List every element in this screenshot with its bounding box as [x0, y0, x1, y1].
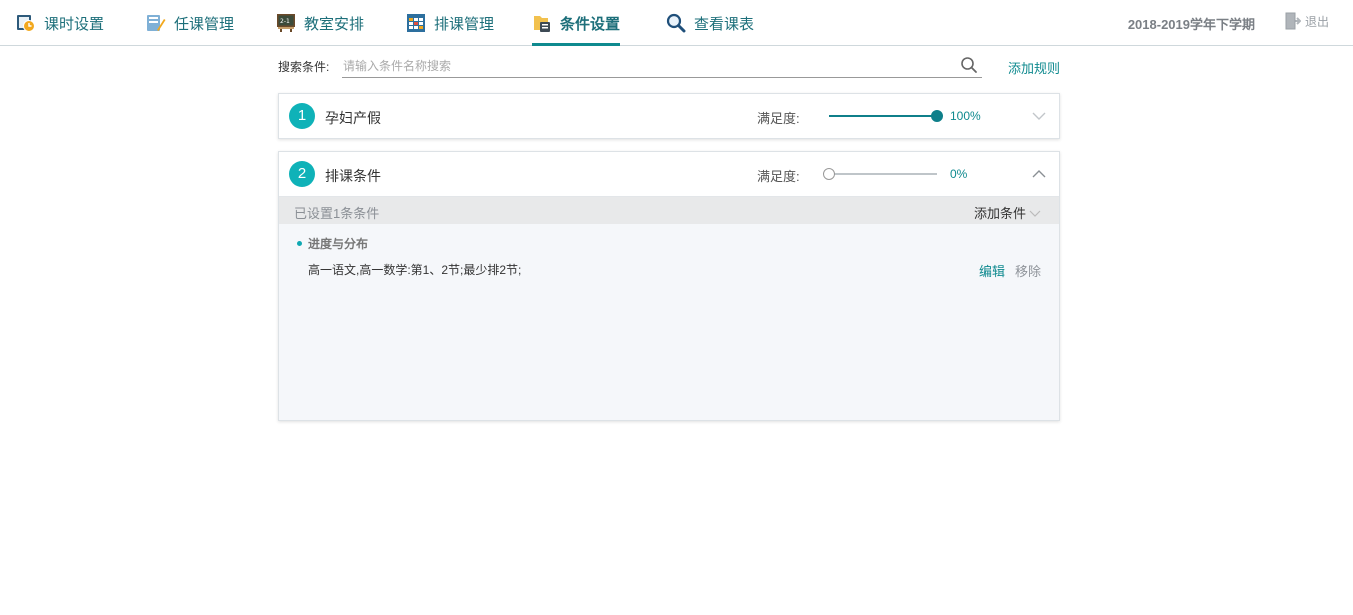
nav-item-label: 课时设置: [44, 15, 105, 33]
bullet-dot: [297, 241, 302, 246]
logout-label: 退出: [1304, 14, 1329, 29]
nav-item-label: 教室安排: [304, 15, 365, 33]
nav-item-conditions[interactable]: 条件设置: [532, 0, 621, 46]
satisfaction-value: 0%: [950, 167, 968, 181]
schedule-grid-icon: [406, 13, 426, 33]
search-row: 搜索条件: 添加规则: [278, 52, 1060, 80]
rule-card: 1 孕妇产假 满足度: 100%: [278, 93, 1060, 139]
nav-item-class-hours[interactable]: 课时设置: [16, 0, 104, 46]
condition-summary-bar: 已设置1条条件 添加条件: [279, 197, 1059, 224]
add-condition-button[interactable]: 添加条件: [974, 203, 1041, 222]
edit-condition-link[interactable]: 编辑: [979, 261, 1005, 280]
rule-body: 已设置1条条件 添加条件 进度与分布 高一语文,高一数学:第1、2节;最少排2节…: [279, 196, 1059, 420]
logout-icon: [1285, 12, 1301, 30]
classroom-board-icon: 2-1: [276, 13, 296, 33]
term-label: 2018-2019学年下学期: [1127, 17, 1255, 32]
add-condition-label: 添加条件: [973, 206, 1026, 221]
remove-condition-link[interactable]: 移除: [1015, 261, 1041, 280]
satisfaction-label: 满足度:: [757, 111, 800, 126]
top-nav: 课时设置 任课管理 2-1 教室安排 排课管理 条件设置 查看课表 2018-2…: [0, 0, 1353, 46]
logout-button[interactable]: 退出: [1285, 12, 1329, 30]
teacher-assign-icon: [146, 13, 166, 33]
add-rule-button[interactable]: 添加规则: [1008, 58, 1060, 77]
search-input[interactable]: [342, 54, 982, 78]
rule-header[interactable]: 1 孕妇产假 满足度: 100%: [279, 94, 1059, 138]
nav-item-scheduling[interactable]: 排课管理: [406, 0, 494, 46]
slider-fill: [829, 115, 937, 117]
slider-thumb[interactable]: [823, 168, 835, 180]
chevron-down-icon: [1029, 210, 1041, 217]
satisfaction-value: 100%: [950, 109, 981, 123]
rule-card: 2 排课条件 满足度: 0% 已设置1条条件 添加条件 进度与分布 高一语文,高…: [278, 151, 1060, 421]
rule-name: 孕妇产假: [325, 110, 381, 126]
condition-count: 已设置1条条件: [294, 206, 380, 221]
condition-title: 进度与分布: [297, 235, 368, 252]
satisfaction-slider[interactable]: [823, 167, 937, 181]
rule-header[interactable]: 2 排课条件 满足度: 0%: [279, 152, 1059, 196]
nav-item-classroom[interactable]: 2-1 教室安排: [276, 0, 364, 46]
search-label: 搜索条件:: [278, 60, 330, 74]
satisfaction-slider[interactable]: [829, 109, 943, 123]
nav-item-label: 条件设置: [560, 15, 621, 33]
nav-item-label: 查看课表: [694, 15, 755, 33]
nav-item-view-timetable[interactable]: 查看课表: [666, 0, 754, 46]
svg-text:2-1: 2-1: [280, 18, 290, 25]
chevron-down-icon[interactable]: [1031, 108, 1047, 124]
nav-item-label: 任课管理: [174, 15, 235, 33]
search-icon[interactable]: [960, 56, 978, 74]
condition-folder-icon: [532, 13, 552, 33]
magnifier-icon: [666, 13, 686, 33]
nav-item-label: 排课管理: [434, 15, 495, 33]
clock-settings-icon: [16, 13, 36, 33]
chevron-up-icon[interactable]: [1031, 166, 1047, 182]
slider-thumb[interactable]: [931, 110, 943, 122]
rule-name: 排课条件: [325, 168, 381, 184]
condition-title-text: 进度与分布: [308, 237, 369, 251]
condition-detail: 高一语文,高一数学:第1、2节;最少排2节;: [308, 263, 522, 277]
satisfaction-label: 满足度:: [757, 169, 800, 184]
nav-item-teacher-assign[interactable]: 任课管理: [146, 0, 234, 46]
rule-number-badge: 1: [289, 103, 315, 129]
rule-number-badge: 2: [289, 161, 315, 187]
